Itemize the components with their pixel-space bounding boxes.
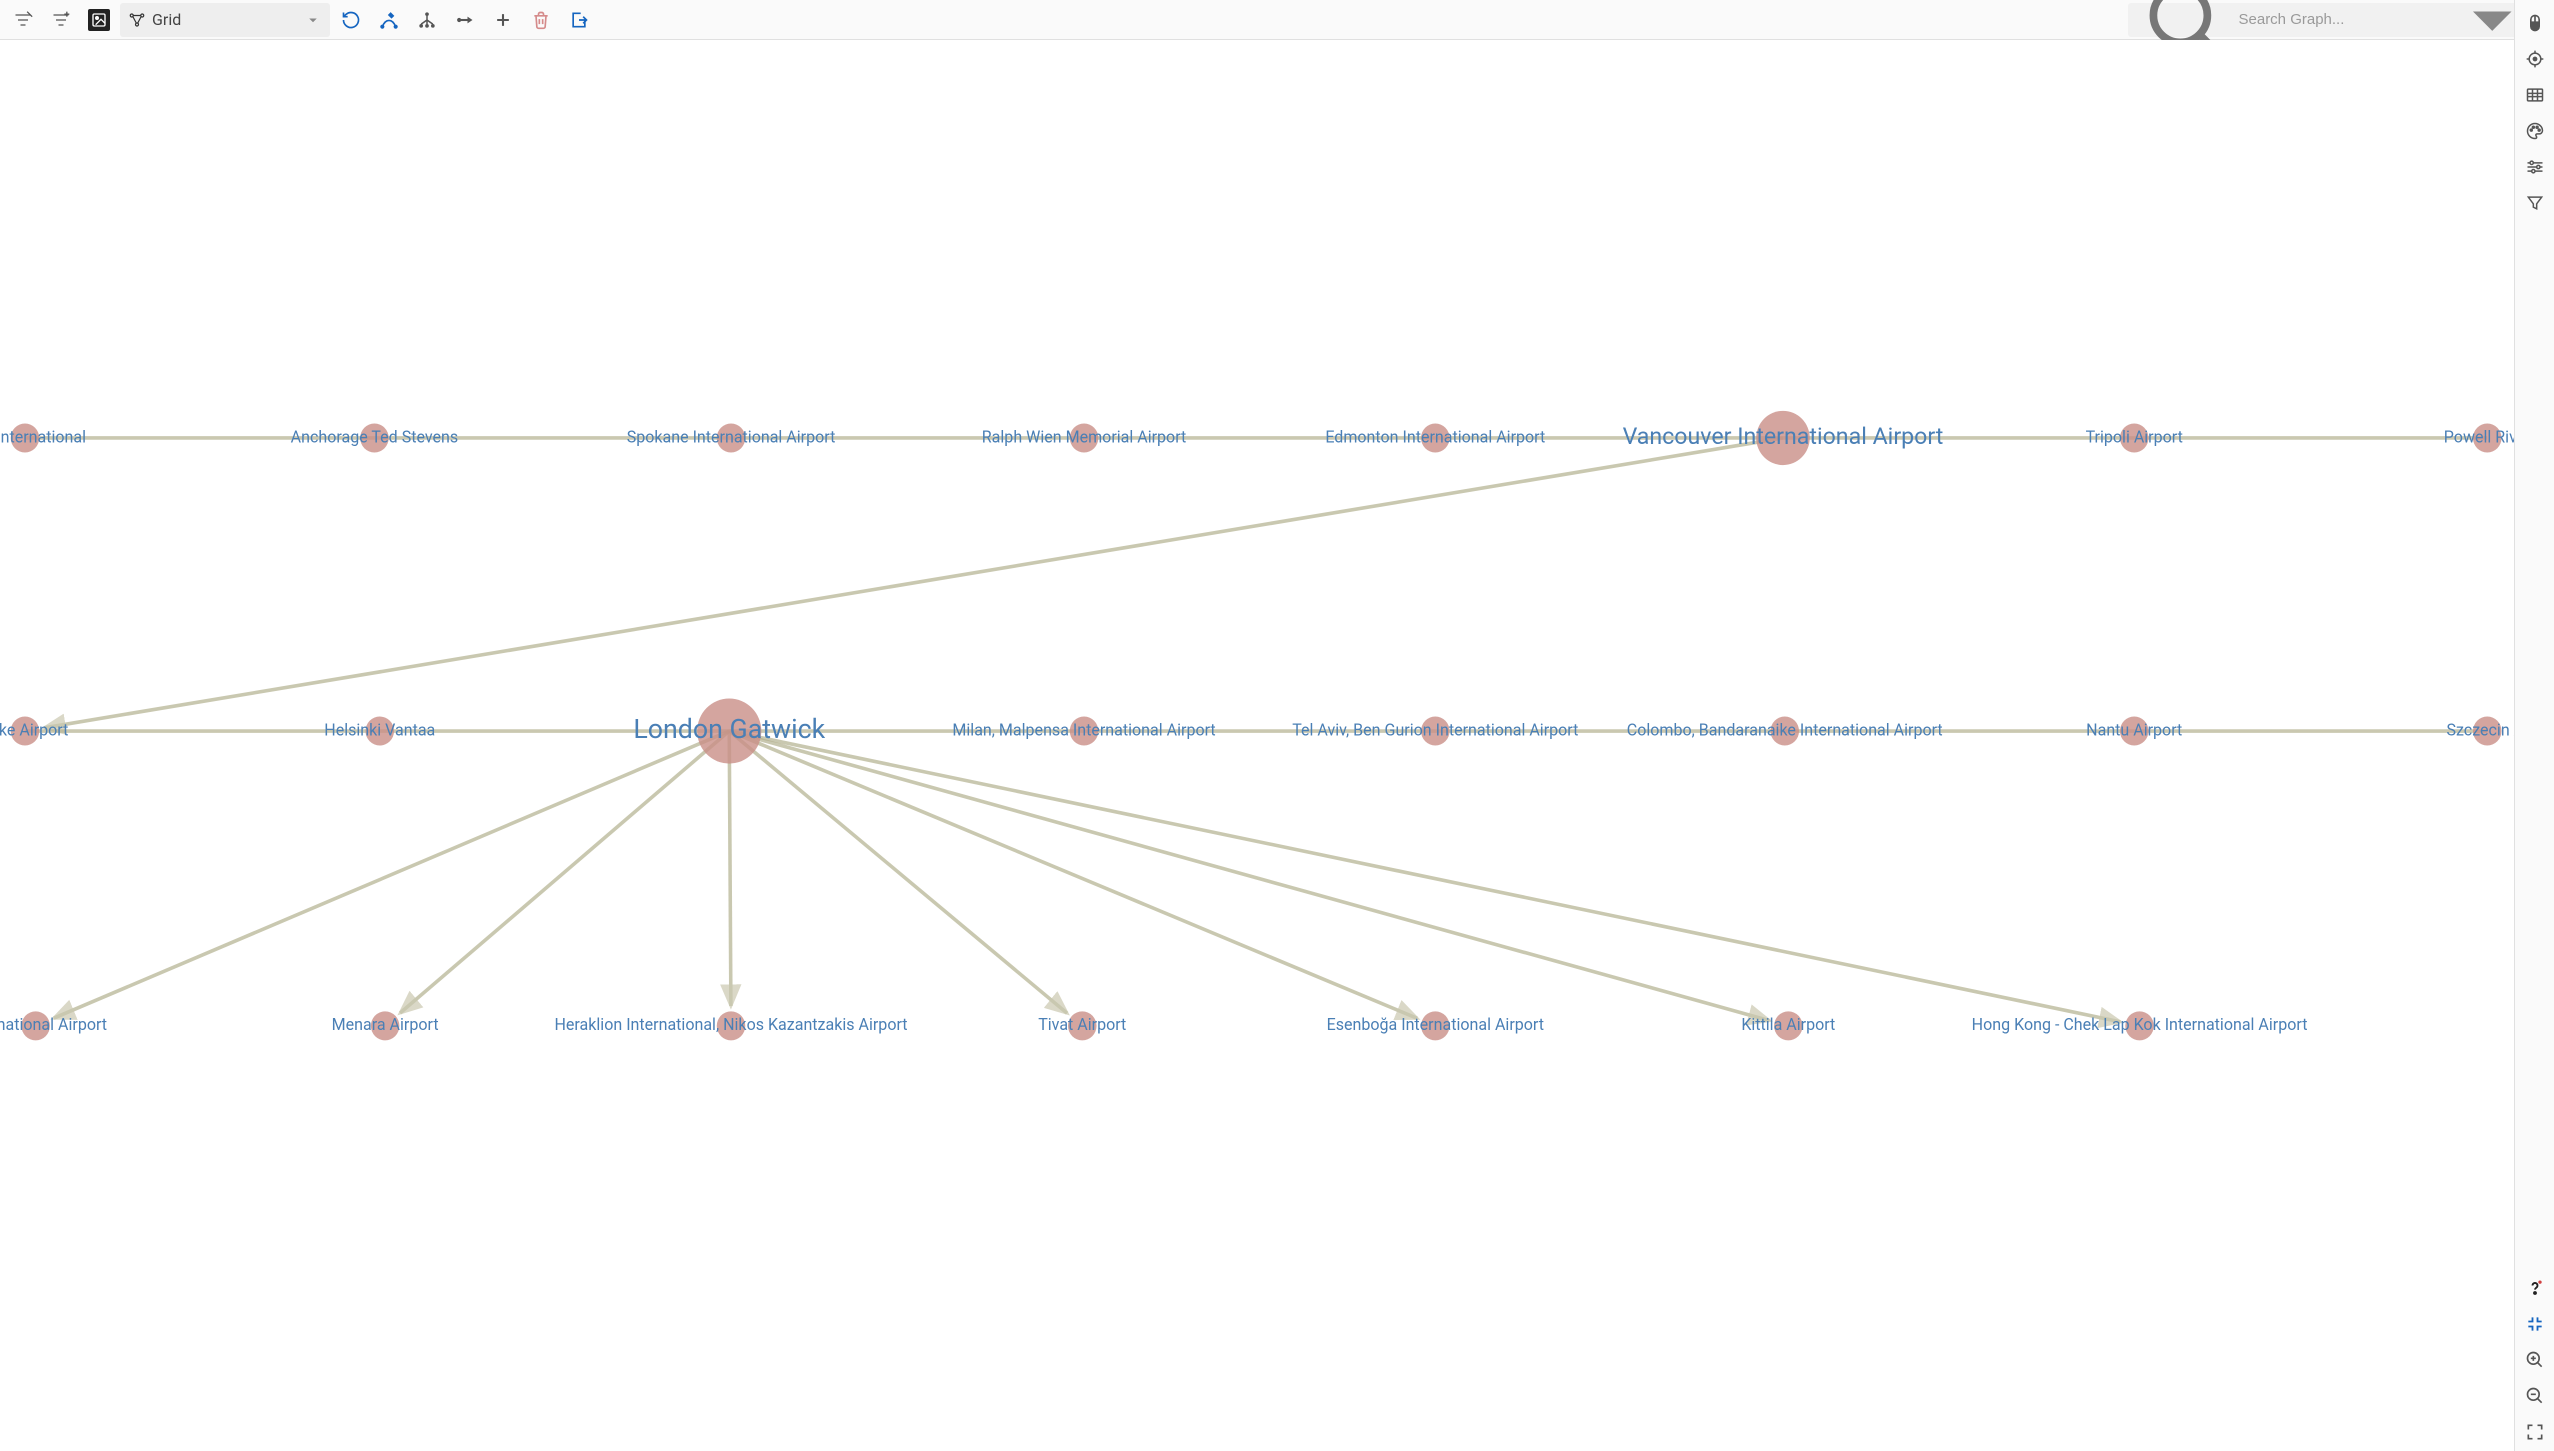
table-view-button[interactable]: [2518, 78, 2552, 112]
graph-node[interactable]: [1421, 424, 1450, 453]
settings-sliders-button[interactable]: [2518, 150, 2552, 184]
graph-node[interactable]: [717, 424, 746, 453]
fit-to-screen-button[interactable]: [2518, 1415, 2552, 1449]
image-mode-button[interactable]: [82, 3, 116, 37]
graph-node[interactable]: [360, 424, 389, 453]
graph-node[interactable]: [1756, 411, 1809, 465]
palette-button[interactable]: [2518, 114, 2552, 148]
graph-icon: [128, 11, 146, 29]
add-button[interactable]: [486, 3, 520, 37]
graph-node[interactable]: [1070, 717, 1099, 746]
graph-node[interactable]: [11, 424, 40, 453]
delete-button[interactable]: [524, 3, 558, 37]
layout-dropdown-value: Grid: [152, 10, 181, 29]
graph-edge[interactable]: [729, 731, 1769, 1021]
graph-node[interactable]: [11, 717, 40, 746]
connect-button[interactable]: [448, 3, 482, 37]
help-button[interactable]: [2518, 1271, 2552, 1305]
graph-edge[interactable]: [400, 731, 729, 1013]
graph-node[interactable]: [21, 1011, 50, 1040]
fullscreen-collapse-button[interactable]: [2518, 1307, 2552, 1341]
graph-node[interactable]: [1070, 424, 1099, 453]
graph-node[interactable]: [717, 1011, 746, 1040]
graph-edge[interactable]: [729, 731, 1067, 1013]
graph-node[interactable]: [1068, 1011, 1097, 1040]
search-box[interactable]: [2128, 3, 2548, 37]
graph-edge[interactable]: [729, 731, 731, 1006]
graph-node[interactable]: [1774, 1011, 1803, 1040]
refresh-button[interactable]: [334, 3, 368, 37]
export-button[interactable]: [562, 3, 596, 37]
graph-node[interactable]: [1421, 1011, 1450, 1040]
caret-down-icon: [304, 11, 322, 29]
mouse-mode-button[interactable]: [2518, 6, 2552, 40]
tree-button[interactable]: [410, 3, 444, 37]
layout-dropdown[interactable]: Grid: [120, 3, 330, 37]
right-rail: [2514, 0, 2554, 1451]
graph-node[interactable]: [2120, 717, 2149, 746]
graph-node[interactable]: [2473, 424, 2502, 453]
center-target-button[interactable]: [2518, 42, 2552, 76]
graph-edge[interactable]: [44, 438, 1783, 728]
graph-node[interactable]: [2473, 717, 2502, 746]
graph-node[interactable]: [1421, 717, 1450, 746]
graph-node[interactable]: [2125, 1011, 2154, 1040]
graph-node[interactable]: [366, 717, 395, 746]
graph-node[interactable]: [2120, 424, 2149, 453]
graph-canvas[interactable]: Hilo InternationalAnchorage Ted StevensS…: [0, 40, 2514, 1451]
zoom-in-button[interactable]: [2518, 1343, 2552, 1377]
filter-funnel-button[interactable]: [2518, 186, 2552, 220]
graph-edge[interactable]: [54, 731, 729, 1018]
filter-add-button[interactable]: [44, 3, 78, 37]
filter-remove-button[interactable]: [6, 3, 40, 37]
search-input[interactable]: [2239, 11, 2438, 28]
graph-node[interactable]: [697, 698, 761, 763]
graph-node[interactable]: [1770, 717, 1799, 746]
graph-node[interactable]: [371, 1011, 400, 1040]
graph-node-label: International Airport: [0, 1015, 107, 1034]
graph-edge[interactable]: [729, 731, 1417, 1018]
edit-path-button[interactable]: [372, 3, 406, 37]
graph-edge[interactable]: [729, 731, 2120, 1022]
top-toolbar: Grid: [0, 0, 2554, 40]
zoom-out-button[interactable]: [2518, 1379, 2552, 1413]
